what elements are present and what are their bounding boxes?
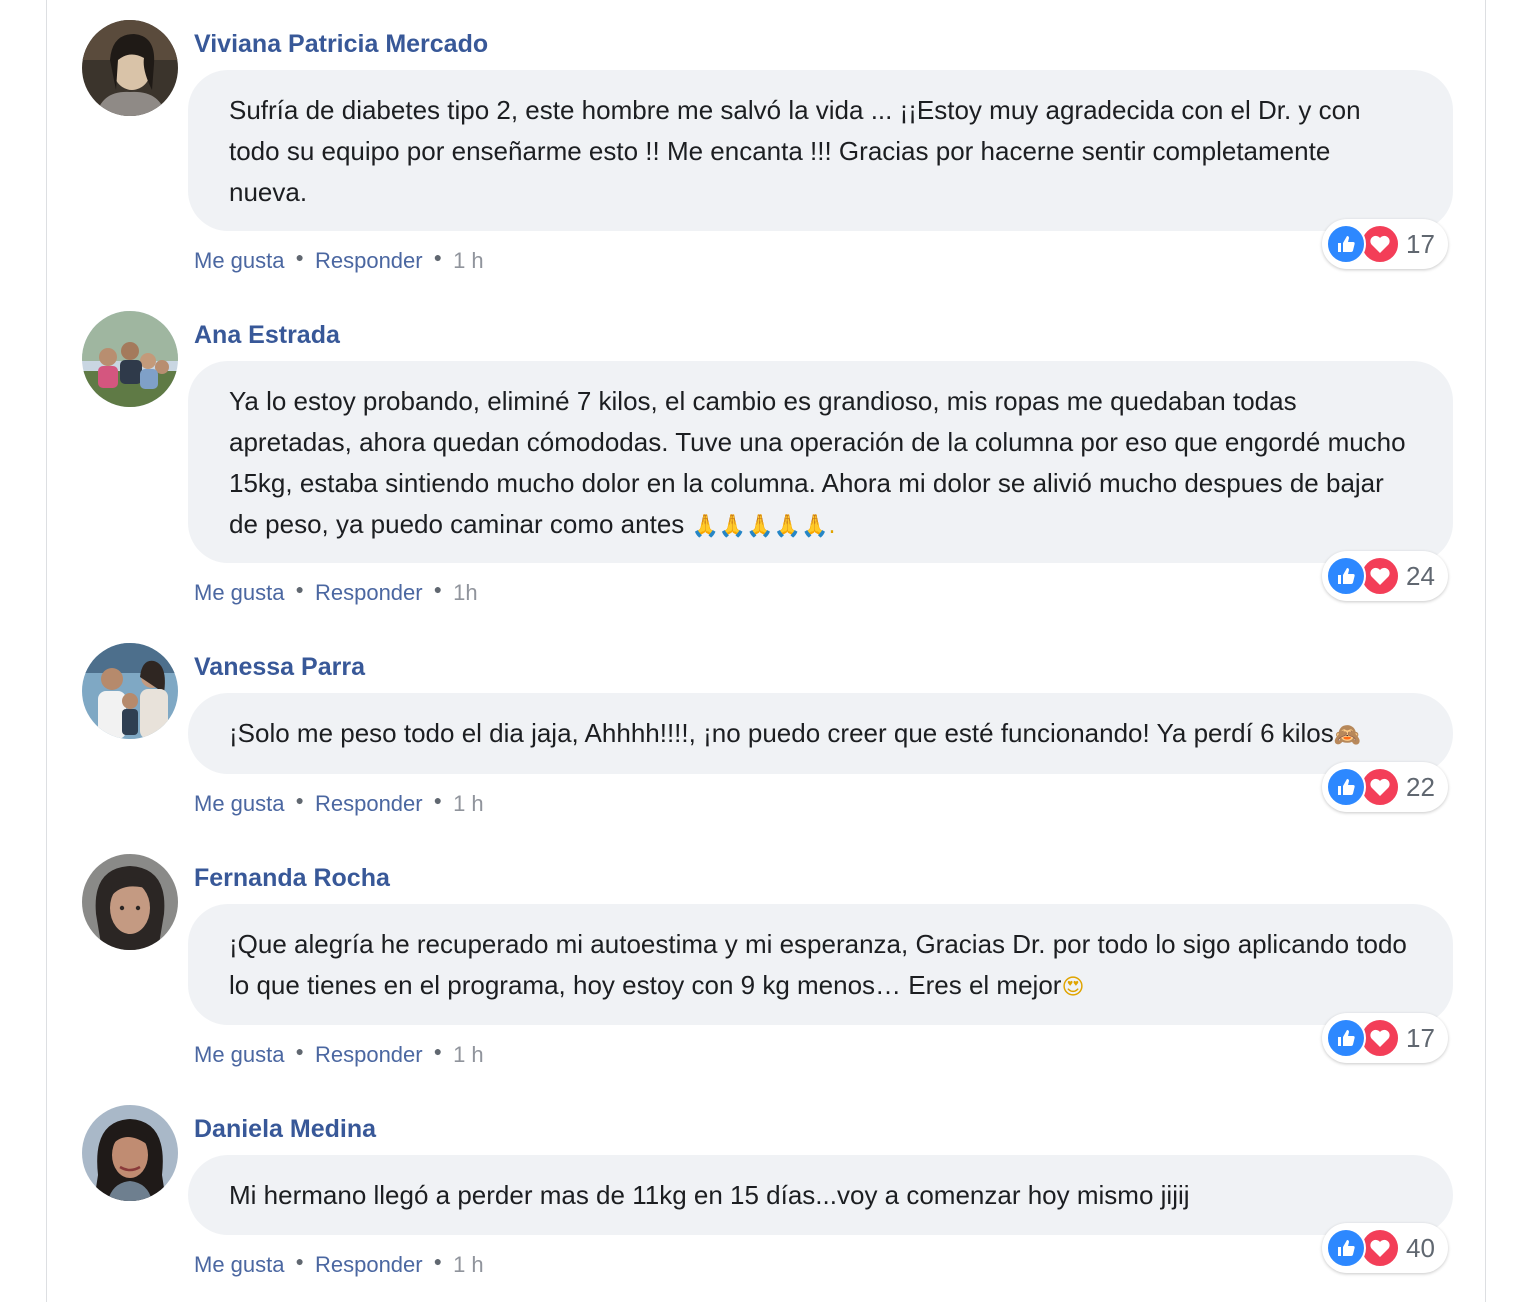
love-reaction-icon xyxy=(1360,556,1400,596)
reactions-summary[interactable]: 22 xyxy=(1322,762,1448,812)
avatar[interactable] xyxy=(82,311,178,407)
reaction-count: 40 xyxy=(1406,1232,1435,1263)
reaction-count: 17 xyxy=(1406,228,1435,259)
comment-text: ¡Solo me peso todo el dia jaja, Ahhhh!!!… xyxy=(229,718,1334,748)
like-link[interactable]: Me gusta xyxy=(194,580,285,606)
reply-link[interactable]: Responder xyxy=(315,1252,423,1278)
comment-timestamp[interactable]: 1 h xyxy=(453,791,484,817)
separator-dot: ● xyxy=(295,581,304,597)
like-link[interactable]: Me gusta xyxy=(194,1252,285,1278)
reactions-summary[interactable]: 40 xyxy=(1322,1223,1448,1273)
like-link[interactable]: Me gusta xyxy=(194,1042,285,1068)
love-reaction-icon xyxy=(1360,224,1400,264)
like-link[interactable]: Me gusta xyxy=(194,248,285,274)
comment-actions: Me gusta ● Responder ● 1 h xyxy=(194,791,484,817)
reply-link[interactable]: Responder xyxy=(315,1042,423,1068)
reactions-summary[interactable]: 17 xyxy=(1322,1013,1448,1063)
comment-text: Sufría de diabetes tipo 2, este hombre m… xyxy=(229,95,1361,207)
comment-bubble: ¡Que alegría he recuperado mi autoestima… xyxy=(188,904,1453,1025)
separator-dot: ● xyxy=(295,792,304,808)
comment-actions: Me gusta ● Responder ● 1h xyxy=(194,580,478,606)
comment-bubble: Mi hermano llegó a perder mas de 11kg en… xyxy=(188,1155,1453,1235)
avatar[interactable] xyxy=(82,643,178,739)
reaction-count: 17 xyxy=(1406,1022,1435,1053)
comment-bubble: Sufría de diabetes tipo 2, este hombre m… xyxy=(188,70,1453,231)
avatar[interactable] xyxy=(82,1105,178,1201)
love-reaction-icon xyxy=(1360,1228,1400,1268)
reactions-summary[interactable]: 24 xyxy=(1322,551,1448,601)
comment-author[interactable]: Viviana Patricia Mercado xyxy=(194,30,488,59)
comment-timestamp[interactable]: 1 h xyxy=(453,1252,484,1278)
reply-link[interactable]: Responder xyxy=(315,248,423,274)
comment-bubble: ¡Solo me peso todo el dia jaja, Ahhhh!!!… xyxy=(188,693,1453,774)
separator-dot: ● xyxy=(295,1253,304,1269)
comment-author[interactable]: Fernanda Rocha xyxy=(194,864,390,893)
reactions-summary[interactable]: 17 xyxy=(1322,219,1448,269)
comment-actions: Me gusta ● Responder ● 1 h xyxy=(194,1042,484,1068)
separator-dot: ● xyxy=(433,1043,443,1059)
like-reaction-icon xyxy=(1326,767,1366,807)
comment-timestamp[interactable]: 1h xyxy=(453,580,477,606)
reply-link[interactable]: Responder xyxy=(315,580,423,606)
comment-actions: Me gusta ● Responder ● 1 h xyxy=(194,248,484,274)
separator-dot: ● xyxy=(295,1043,304,1059)
like-reaction-icon xyxy=(1326,224,1366,264)
separator-dot: ● xyxy=(295,249,304,265)
comment-author[interactable]: Vanessa Parra xyxy=(194,653,365,682)
comment-author[interactable]: Ana Estrada xyxy=(194,321,340,350)
see-no-evil-monkey-emoji: 🙈 xyxy=(1333,723,1362,748)
comment-text: Mi hermano llegó a perder mas de 11kg en… xyxy=(229,1180,1190,1210)
comment-text: ¡Que alegría he recuperado mi autoestima… xyxy=(229,929,1407,1000)
separator-dot: ● xyxy=(433,792,443,808)
love-reaction-icon xyxy=(1360,1018,1400,1058)
love-reaction-icon xyxy=(1360,767,1400,807)
reaction-count: 24 xyxy=(1406,560,1435,591)
comment-actions: Me gusta ● Responder ● 1 h xyxy=(194,1252,484,1278)
like-reaction-icon xyxy=(1326,1228,1366,1268)
separator-dot: ● xyxy=(433,1253,443,1269)
heart-eyes-emoji: 😍 xyxy=(1061,975,1085,1000)
avatar[interactable] xyxy=(82,20,178,116)
reaction-count: 22 xyxy=(1406,771,1435,802)
avatar[interactable] xyxy=(82,854,178,950)
praying-hands-emoji: 🙏🙏🙏🙏🙏. xyxy=(691,514,836,539)
reply-link[interactable]: Responder xyxy=(315,791,423,817)
comment-author[interactable]: Daniela Medina xyxy=(194,1115,376,1144)
comment-timestamp[interactable]: 1 h xyxy=(453,248,484,274)
separator-dot: ● xyxy=(433,249,443,265)
separator-dot: ● xyxy=(433,581,443,597)
like-reaction-icon xyxy=(1326,1018,1366,1058)
comment-bubble: Ya lo estoy probando, eliminé 7 kilos, e… xyxy=(188,361,1453,563)
comment-timestamp[interactable]: 1 h xyxy=(453,1042,484,1068)
like-link[interactable]: Me gusta xyxy=(194,791,285,817)
like-reaction-icon xyxy=(1326,556,1366,596)
